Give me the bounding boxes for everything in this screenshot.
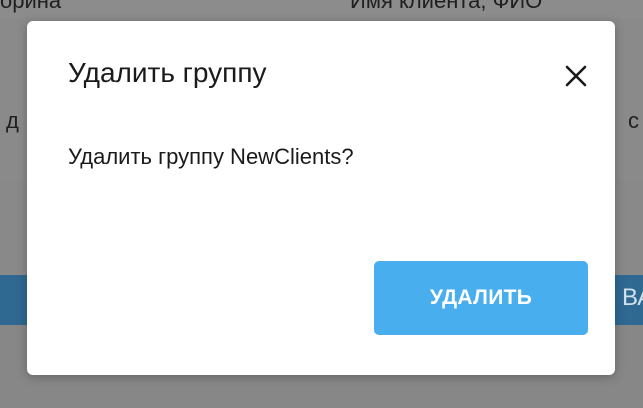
background-text-mid-left: д: [6, 108, 19, 133]
background-button-fragment: ВА: [622, 284, 643, 311]
background-header-strip: [0, 0, 643, 18]
delete-button[interactable]: УДАЛИТЬ: [374, 261, 588, 335]
dialog-title: Удалить группу: [68, 57, 267, 88]
background-text-mid-right: с: [628, 108, 639, 133]
delete-group-dialog: Удалить группу Удалить группу NewClients…: [27, 21, 615, 375]
close-button[interactable]: [563, 63, 589, 89]
background-text-top-right: Имя клиента, ФИО: [350, 0, 543, 13]
background-text-top-left: орина: [0, 0, 62, 13]
close-icon: [563, 63, 589, 89]
dialog-message: Удалить группу NewClients?: [68, 144, 354, 169]
